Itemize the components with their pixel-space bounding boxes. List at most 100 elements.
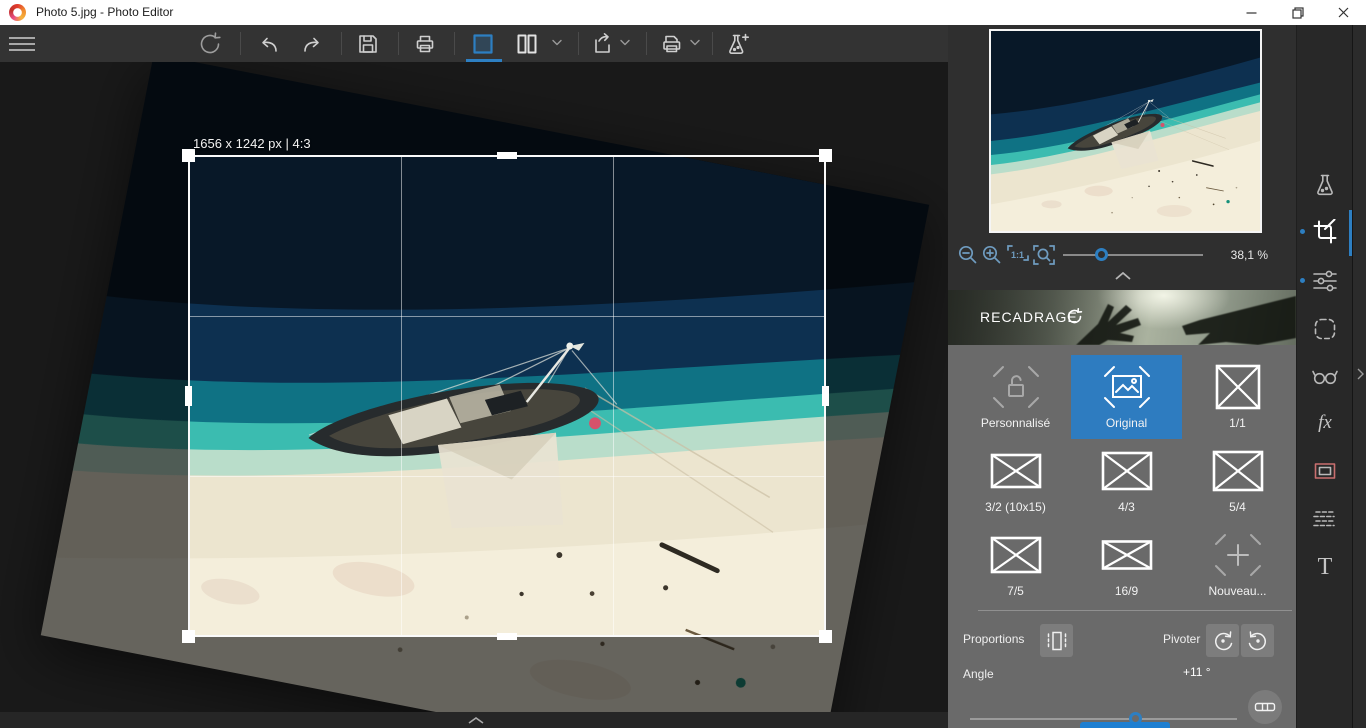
toolbar xyxy=(0,25,948,62)
crop-options: Personnalisé Original 1/1 3/2 (10x15) 4/3 5/4… xyxy=(948,345,1296,728)
crop-border xyxy=(188,155,826,637)
crop-preset-custom[interactable]: Personnalisé xyxy=(960,355,1071,439)
zoom-in-icon[interactable] xyxy=(980,243,1004,267)
fx-effects-icon[interactable]: fx xyxy=(1310,408,1340,438)
crop-preset-16-9[interactable]: 16/9 xyxy=(1071,523,1182,607)
bottom-panel-strip xyxy=(0,712,948,728)
crop-handle-top-right[interactable] xyxy=(819,149,832,162)
close-button[interactable] xyxy=(1321,0,1366,25)
crop-preset-label: Personnalisé xyxy=(981,416,1050,430)
angle-value: +11 ° xyxy=(1183,665,1211,679)
print-order-chevron-icon[interactable] xyxy=(690,39,700,45)
share-dropdown-chevron-icon[interactable] xyxy=(620,39,630,45)
crop-tool-icon[interactable] xyxy=(1310,217,1340,247)
crop-handle-right[interactable] xyxy=(822,386,829,406)
crop-preset-5-4[interactable]: 5/4 xyxy=(1182,439,1293,523)
menu-hamburger-button[interactable] xyxy=(8,30,36,57)
retouch-glasses-icon[interactable] xyxy=(1310,361,1340,391)
rotate-ccw-button[interactable] xyxy=(1206,624,1239,657)
crop-area[interactable] xyxy=(190,157,824,635)
tool-sidebar: fx T xyxy=(1296,25,1352,728)
crop-preset-label: 5/4 xyxy=(1229,500,1246,514)
proportions-label: Proportions xyxy=(963,632,1024,646)
modified-dot-adjust xyxy=(1300,278,1305,283)
crop-handle-top[interactable] xyxy=(497,152,517,159)
crop-preset-4-3[interactable]: 4/3 xyxy=(1071,439,1182,523)
crop-dimension-label: 1656 x 1242 px | 4:3 xyxy=(193,136,311,151)
collapse-preview-chevron-icon[interactable] xyxy=(1115,272,1131,280)
swap-proportions-button[interactable] xyxy=(1040,624,1073,657)
adjustments-sliders-icon[interactable] xyxy=(1310,266,1340,296)
svg-text:1:1: 1:1 xyxy=(1011,250,1024,260)
zoom-100-icon[interactable]: 1:1 xyxy=(1006,243,1030,267)
angle-slider[interactable] xyxy=(970,718,1237,720)
crop-preset-16-9-icon xyxy=(1099,527,1155,583)
crop-preset-1-1-icon xyxy=(1210,359,1266,415)
crop-preset-label: Nouveau... xyxy=(1208,584,1266,598)
crop-handle-left[interactable] xyxy=(185,386,192,406)
view-dropdown-chevron-icon[interactable] xyxy=(552,39,562,45)
rotate-cw-button[interactable] xyxy=(1241,624,1274,657)
divider xyxy=(978,610,1292,611)
undo-icon[interactable] xyxy=(254,30,282,57)
zoom-slider-handle[interactable] xyxy=(1095,248,1108,261)
crop-preset-original-icon xyxy=(1099,359,1155,415)
texture-icon[interactable] xyxy=(1310,504,1340,534)
redo-icon[interactable] xyxy=(299,30,327,57)
crop-preset-label: 16/9 xyxy=(1115,584,1138,598)
app-logo-icon xyxy=(9,4,26,21)
titlebar: Photo 5.jpg - Photo Editor xyxy=(0,0,1366,25)
navigator-preview xyxy=(989,29,1262,233)
view-compare-icon[interactable] xyxy=(513,30,541,57)
expand-right-chevron-icon[interactable] xyxy=(1357,368,1364,380)
window-title: Photo 5.jpg - Photo Editor xyxy=(36,0,173,25)
zoom-percent-value: 38,1 % xyxy=(1231,248,1268,262)
crop-preset-label: 7/5 xyxy=(1007,584,1024,598)
selection-icon[interactable] xyxy=(1310,314,1340,344)
crop-preset-new[interactable]: Nouveau... xyxy=(1182,523,1293,607)
crop-handle-bottom[interactable] xyxy=(497,633,517,640)
text-tool-icon[interactable]: T xyxy=(1310,552,1340,582)
view-single-icon[interactable] xyxy=(469,30,497,57)
crop-panel-title: RECADRAGE xyxy=(980,309,1078,325)
crop-preset-3-2-icon xyxy=(988,443,1044,499)
crop-preset-grid: Personnalisé Original 1/1 3/2 (10x15) 4/3 5/4… xyxy=(960,355,1293,607)
crop-preset-1-1[interactable]: 1/1 xyxy=(1182,355,1293,439)
print-order-icon[interactable] xyxy=(658,30,686,57)
crop-panel-header: RECADRAGE xyxy=(948,290,1296,345)
reset-icon[interactable] xyxy=(196,30,224,57)
crop-preset-label: Original xyxy=(1106,416,1147,430)
zoom-controls: 1:1 38,1 % xyxy=(948,241,1296,271)
crop-handle-bottom-right[interactable] xyxy=(819,630,832,643)
print-icon[interactable] xyxy=(411,30,439,57)
crop-preset-label: 3/2 (10x15) xyxy=(985,500,1046,514)
auto-level-button[interactable] xyxy=(1248,690,1282,724)
apply-button-peek[interactable] xyxy=(1080,722,1170,728)
zoom-out-icon[interactable] xyxy=(956,243,980,267)
restore-button[interactable] xyxy=(1275,0,1320,25)
zoom-slider[interactable] xyxy=(1063,254,1203,256)
flask-plus-icon[interactable] xyxy=(724,30,752,57)
rotate-label: Pivoter xyxy=(1163,632,1200,646)
modified-dot-crop xyxy=(1300,229,1305,234)
collapsed-panel-strip xyxy=(1352,25,1366,728)
crop-preset-5-4-icon xyxy=(1210,443,1266,499)
save-icon[interactable] xyxy=(354,30,382,57)
editor-canvas: 1656 x 1242 px | 4:3 xyxy=(0,62,948,728)
effects-flask-icon[interactable] xyxy=(1310,170,1340,200)
crop-reset-icon[interactable] xyxy=(1066,308,1083,325)
share-icon[interactable] xyxy=(589,30,617,57)
minimize-button[interactable] xyxy=(1229,0,1274,25)
crop-preset-label: 4/3 xyxy=(1118,500,1135,514)
right-panel: 1:1 38,1 % RECADRAGE Personnalisé Origina… xyxy=(948,25,1296,728)
crop-preset-original[interactable]: Original xyxy=(1071,355,1182,439)
expand-bottom-panel-chevron-icon[interactable] xyxy=(468,717,484,724)
crop-preset-7-5[interactable]: 7/5 xyxy=(960,523,1071,607)
crop-preset-new-icon xyxy=(1210,527,1266,583)
crop-preset-3-2[interactable]: 3/2 (10x15) xyxy=(960,439,1071,523)
zoom-fit-icon[interactable] xyxy=(1032,243,1056,267)
crop-preset-label: 1/1 xyxy=(1229,416,1246,430)
crop-handle-bottom-left[interactable] xyxy=(182,630,195,643)
crop-preset-7-5-icon xyxy=(988,527,1044,583)
frames-icon[interactable] xyxy=(1310,456,1340,486)
